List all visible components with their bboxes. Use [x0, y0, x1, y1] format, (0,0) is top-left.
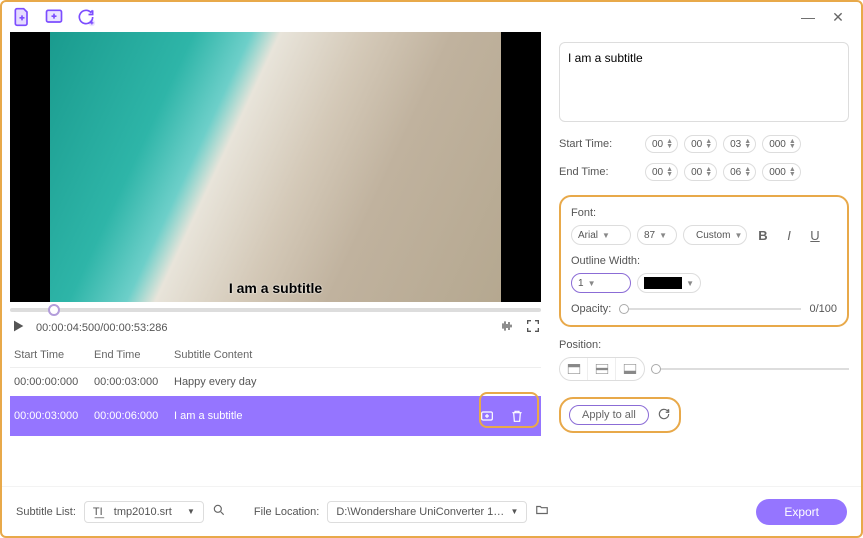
- end-time-label: End Time:: [559, 166, 639, 178]
- waveform-icon[interactable]: [499, 318, 515, 337]
- end-ms[interactable]: 000▲▼: [762, 163, 801, 181]
- start-ss[interactable]: 03▲▼: [723, 135, 756, 153]
- subtitle-list-select[interactable]: T͟I tmp2010.srt▼: [84, 501, 204, 523]
- col-start: Start Time: [14, 349, 94, 361]
- font-size-select[interactable]: 87▼: [637, 225, 677, 245]
- video-preview: I am a subtitle: [10, 32, 541, 302]
- opacity-label: Opacity:: [571, 303, 611, 315]
- export-button[interactable]: Export: [756, 499, 847, 525]
- search-icon[interactable]: [212, 503, 226, 520]
- minimize-button[interactable]: —: [793, 9, 823, 25]
- add-screen-icon[interactable]: [42, 5, 66, 29]
- file-location-label: File Location:: [254, 506, 319, 518]
- table-row[interactable]: 00:00:03:000 00:00:06:000 I am a subtitl…: [10, 396, 541, 436]
- font-color-select[interactable]: Custom▼: [683, 225, 747, 245]
- table-row[interactable]: 00:00:00:000 00:00:03:000 Happy every da…: [10, 368, 541, 396]
- opacity-slider[interactable]: [619, 308, 801, 310]
- col-content: Subtitle Content: [174, 349, 537, 361]
- bottom-bar: Subtitle List: T͟I tmp2010.srt▼ File Loc…: [2, 486, 861, 536]
- col-end: End Time: [94, 349, 174, 361]
- start-ms[interactable]: 000▲▼: [762, 135, 801, 153]
- opacity-value: 0/100: [809, 303, 837, 315]
- end-ss[interactable]: 06▲▼: [723, 163, 756, 181]
- time-display: 00:00:04:500/00:00:53:286: [36, 322, 168, 334]
- underline-button[interactable]: U: [805, 225, 825, 245]
- play-button[interactable]: [10, 318, 26, 337]
- end-hh[interactable]: 00▲▼: [645, 163, 678, 181]
- close-button[interactable]: ✕: [823, 9, 853, 26]
- reset-icon[interactable]: [657, 407, 671, 424]
- font-section: Font: Arial▼ 87▼ Custom▼ B I U Outline W…: [559, 195, 849, 327]
- subtitle-text-input[interactable]: [559, 42, 849, 122]
- subtitle-table-header: Start Time End Time Subtitle Content: [10, 343, 541, 368]
- position-middle[interactable]: [588, 358, 616, 380]
- subtitle-overlay: I am a subtitle: [10, 280, 541, 296]
- outline-label: Outline Width:: [571, 255, 837, 267]
- position-top[interactable]: [560, 358, 588, 380]
- start-mm[interactable]: 00▲▼: [684, 135, 717, 153]
- font-label: Font:: [571, 207, 837, 219]
- position-bottom[interactable]: [616, 358, 644, 380]
- apply-to-all-button[interactable]: Apply to all: [569, 405, 649, 425]
- position-label: Position:: [559, 339, 849, 351]
- start-hh[interactable]: 00▲▼: [645, 135, 678, 153]
- delete-subtitle-icon[interactable]: [505, 404, 529, 428]
- fullscreen-icon[interactable]: [525, 318, 541, 337]
- outline-color-select[interactable]: ▼: [637, 273, 701, 293]
- timeline-slider[interactable]: [10, 308, 541, 312]
- folder-icon[interactable]: [535, 503, 549, 520]
- font-family-select[interactable]: Arial▼: [571, 225, 631, 245]
- file-location-select[interactable]: D:\Wondershare UniConverter 13\SubEd...▼: [327, 501, 527, 523]
- outline-width-select[interactable]: 1▼: [571, 273, 631, 293]
- refresh-add-icon[interactable]: [74, 5, 98, 29]
- subtitle-list-label: Subtitle List:: [16, 506, 76, 518]
- add-file-icon[interactable]: [10, 5, 34, 29]
- italic-button[interactable]: I: [779, 225, 799, 245]
- add-subtitle-icon[interactable]: [475, 404, 499, 428]
- end-mm[interactable]: 00▲▼: [684, 163, 717, 181]
- bold-button[interactable]: B: [753, 225, 773, 245]
- titlebar: — ✕: [2, 2, 861, 32]
- start-time-label: Start Time:: [559, 138, 639, 150]
- position-slider[interactable]: [651, 368, 849, 370]
